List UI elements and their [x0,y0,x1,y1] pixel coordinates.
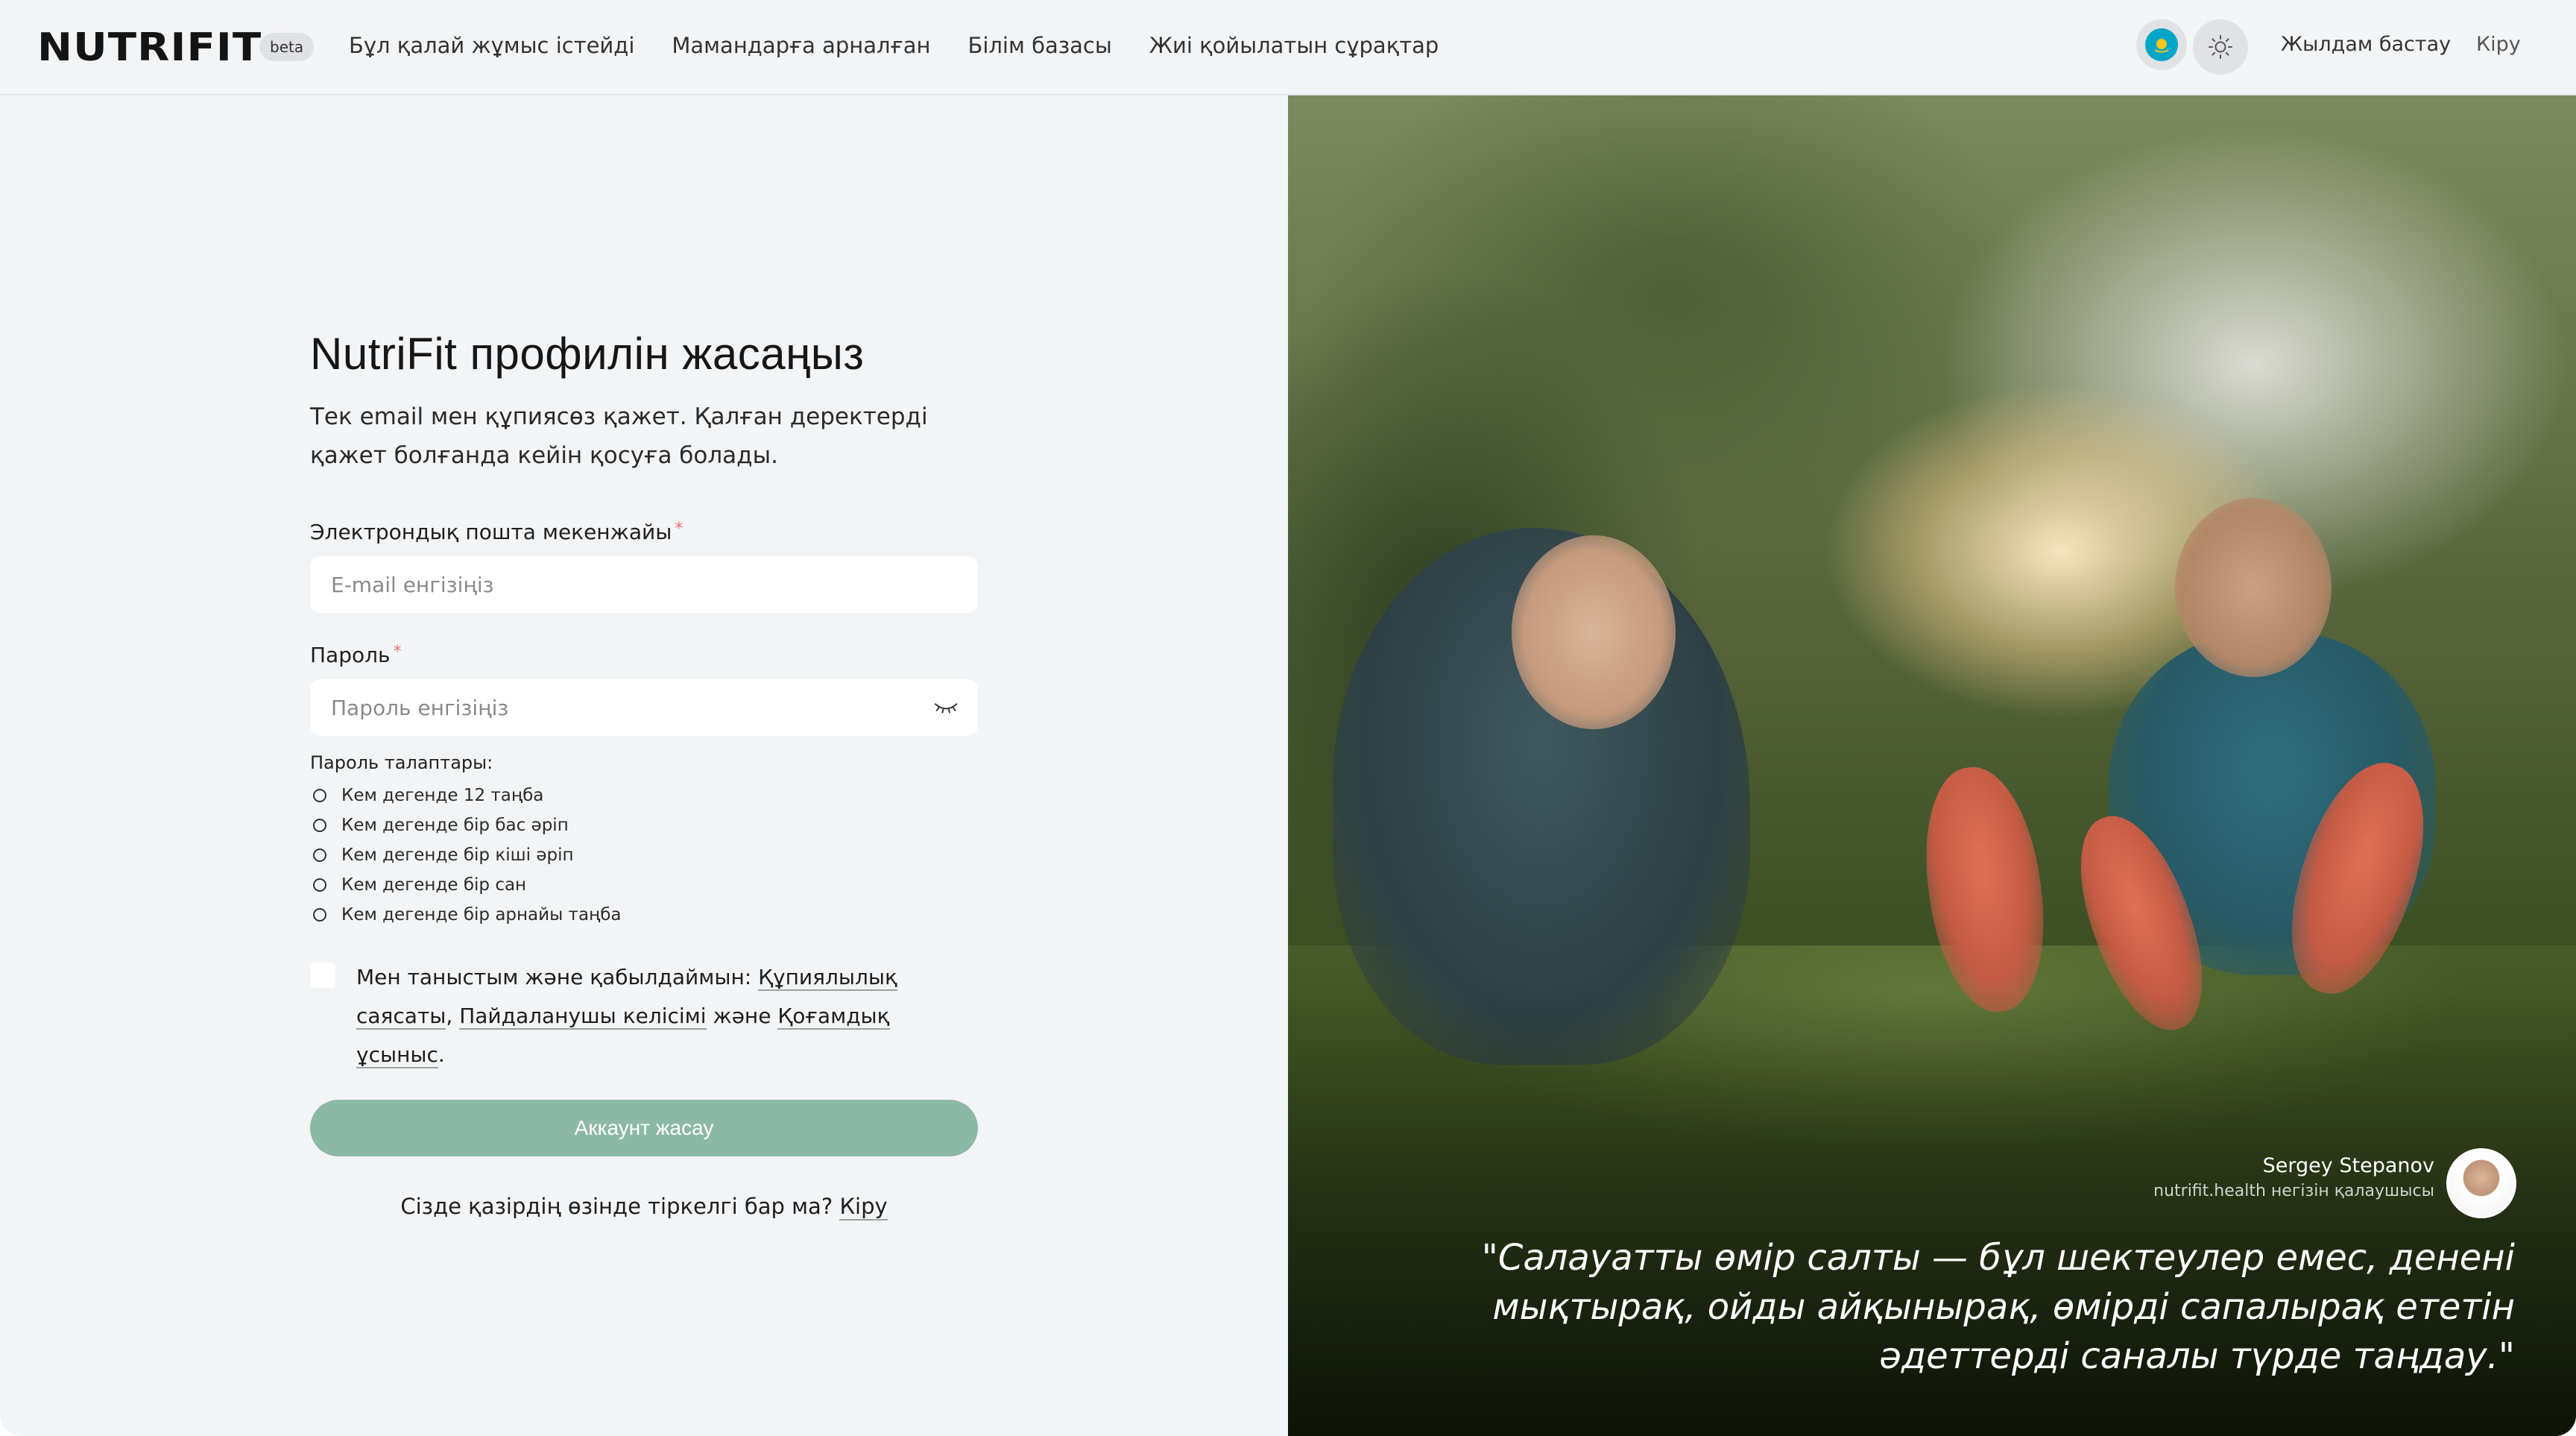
user-agreement-link[interactable]: Пайдаланушы келісімі [459,1004,707,1030]
kazakhstan-flag-icon [2145,28,2178,61]
create-account-button[interactable]: Аккаунт жасау [310,1100,978,1156]
avatar [2446,1148,2516,1218]
requirement-text: Кем дегенде бір кіші әріп [341,845,574,865]
hero-photo: Sergey Stepanov nutrifit.health негізін … [1288,95,2576,1436]
email-label: Электрондық пошта мекенжайы * [310,520,981,544]
nav-faq[interactable]: Жиі қойылатын сұрақтар [1149,33,1439,58]
email-field[interactable] [329,571,959,598]
consent-prefix: Мен таныстым және қабылдаймын: [356,965,752,989]
password-field-wrapper [310,679,978,736]
eye-closed-icon[interactable] [933,700,959,715]
author-role: nutrifit.health негізін қалаушысы [2153,1182,2434,1200]
consent-checkbox[interactable] [310,963,335,988]
email-field-wrapper [310,556,978,613]
password-requirements-title: Пароль талаптары: [310,752,493,773]
consent-and: және [713,1004,771,1028]
app-frame: NUTRIFIT beta Бұл қалай жұмыс істейді Ма… [0,0,2576,1436]
circle-icon [313,848,326,862]
language-button[interactable] [2136,19,2187,70]
requirement-text: Кем дегенде 12 таңба [341,786,544,805]
required-mark: * [675,520,684,538]
password-label: Пароль * [310,643,981,667]
requirement-text: Кем дегенде бір сан [341,875,527,895]
testimonial-quote: "Салауатты өмір салты — бұл шектеулер ем… [1481,1237,2515,1377]
main-nav: Бұл қалай жұмыс істейді Мамандарға арнал… [349,33,1439,58]
circle-icon [313,908,326,922]
consent-comma: , [446,1004,453,1028]
have-account-text: Сізде қазірдің өзінде тіркелгі бар ма? [400,1194,833,1219]
photo-woman-head [1512,535,1676,729]
consent-text: Мен таныстым және қабылдаймын: Құпиялылы… [356,958,967,1074]
header-login-link[interactable]: Кіру [2476,33,2521,56]
page-subtitle: Тек email мен құпиясөз қажет. Қалған дер… [310,403,928,469]
theme-toggle-button[interactable] [2193,19,2248,75]
signin-link[interactable]: Кіру [839,1194,888,1221]
circle-icon [313,789,326,802]
password-field[interactable] [329,694,933,721]
requirement-item: Кем дегенде 12 таңба [310,781,981,810]
sun-icon [2209,35,2232,59]
circle-icon [313,819,326,832]
signin-row: Сізде қазірдің өзінде тіркелгі бар ма? К… [310,1194,978,1221]
beta-badge: beta [259,33,315,61]
requirement-item: Кем дегенде бір сан [310,870,981,900]
password-requirements-list: Кем дегенде 12 таңба Кем дегенде бір бас… [310,781,981,930]
testimonial-author: Sergey Stepanov nutrifit.health негізін … [2153,1154,2434,1200]
requirement-item: Кем дегенде бір бас әріп [310,810,981,840]
required-mark: * [393,643,402,661]
requirement-text: Кем дегенде бір бас әріп [341,816,569,835]
password-label-text: Пароль [310,643,391,667]
nav-how-it-works[interactable]: Бұл қалай жұмыс істейді [349,33,634,58]
nav-knowledge-base[interactable]: Білім базасы [967,33,1111,58]
requirement-item: Кем дегенде бір кіші әріп [310,840,981,870]
logo[interactable]: NUTRIFIT [37,25,262,70]
quick-start-link[interactable]: Жылдам бастау [2281,33,2451,56]
photo-man-head [2175,498,2332,677]
consent-end: . [438,1042,445,1067]
signup-form: NutriFit профилін жасаңыз Тек email мен … [310,328,981,1221]
requirement-item: Кем дегенде бір арнайы таңба [310,900,981,930]
nav-for-specialists[interactable]: Мамандарға арналған [672,33,930,58]
top-header: NUTRIFIT beta Бұл қалай жұмыс істейді Ма… [0,0,2576,95]
email-label-text: Электрондық пошта мекенжайы [310,520,672,544]
author-name: Sergey Stepanov [2262,1154,2434,1177]
circle-icon [313,878,326,892]
page-title: NutriFit профилін жасаңыз [310,329,865,379]
requirement-text: Кем дегенде бір арнайы таңба [341,905,622,925]
consent-row: Мен таныстым және қабылдаймын: Құпиялылы… [310,958,981,1074]
